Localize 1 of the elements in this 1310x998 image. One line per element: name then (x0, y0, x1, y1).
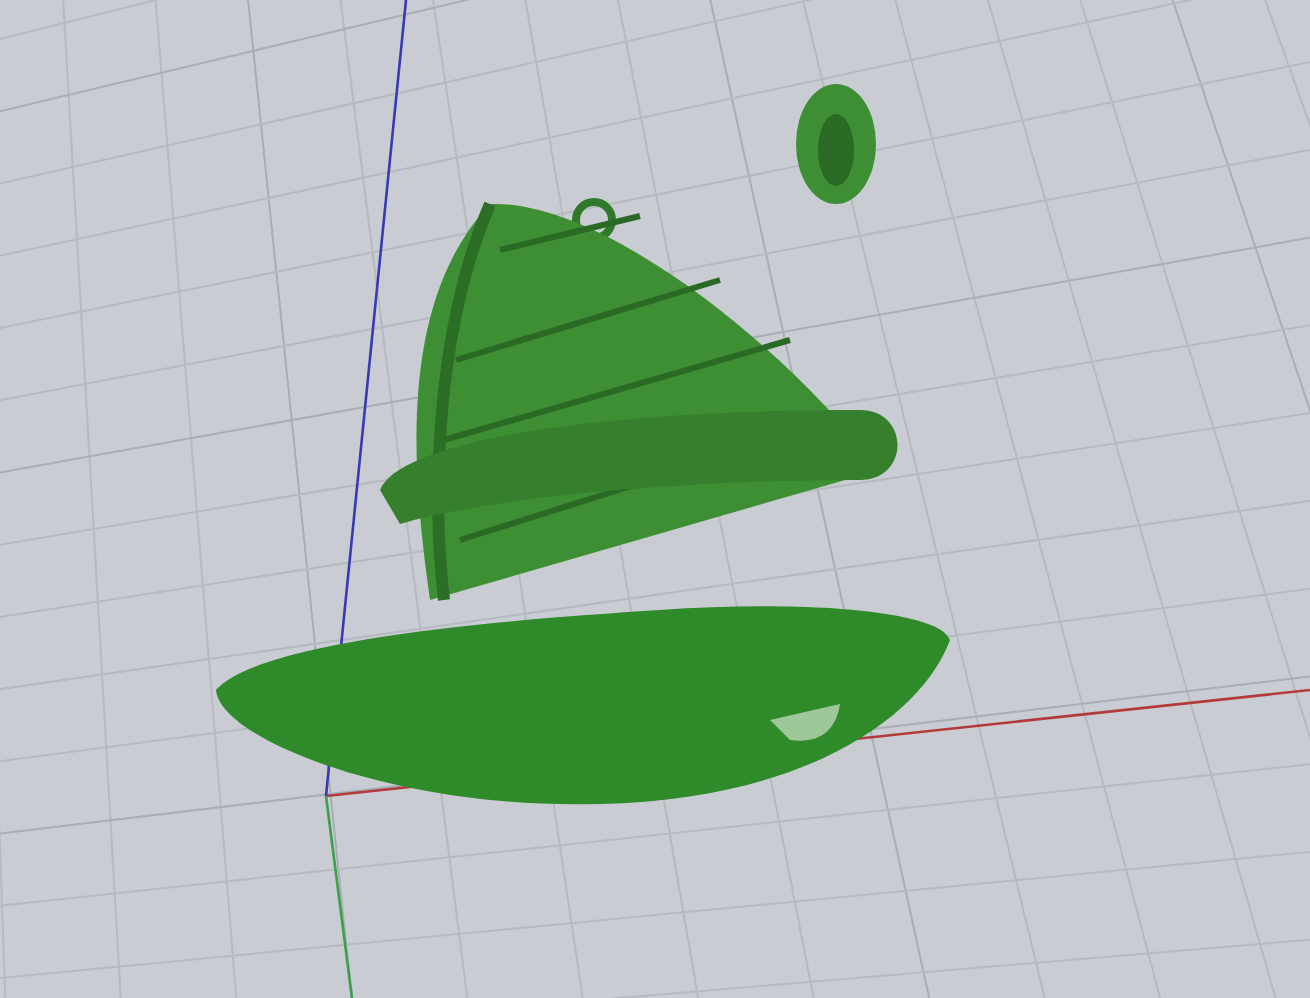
ring-drawing (796, 84, 876, 204)
